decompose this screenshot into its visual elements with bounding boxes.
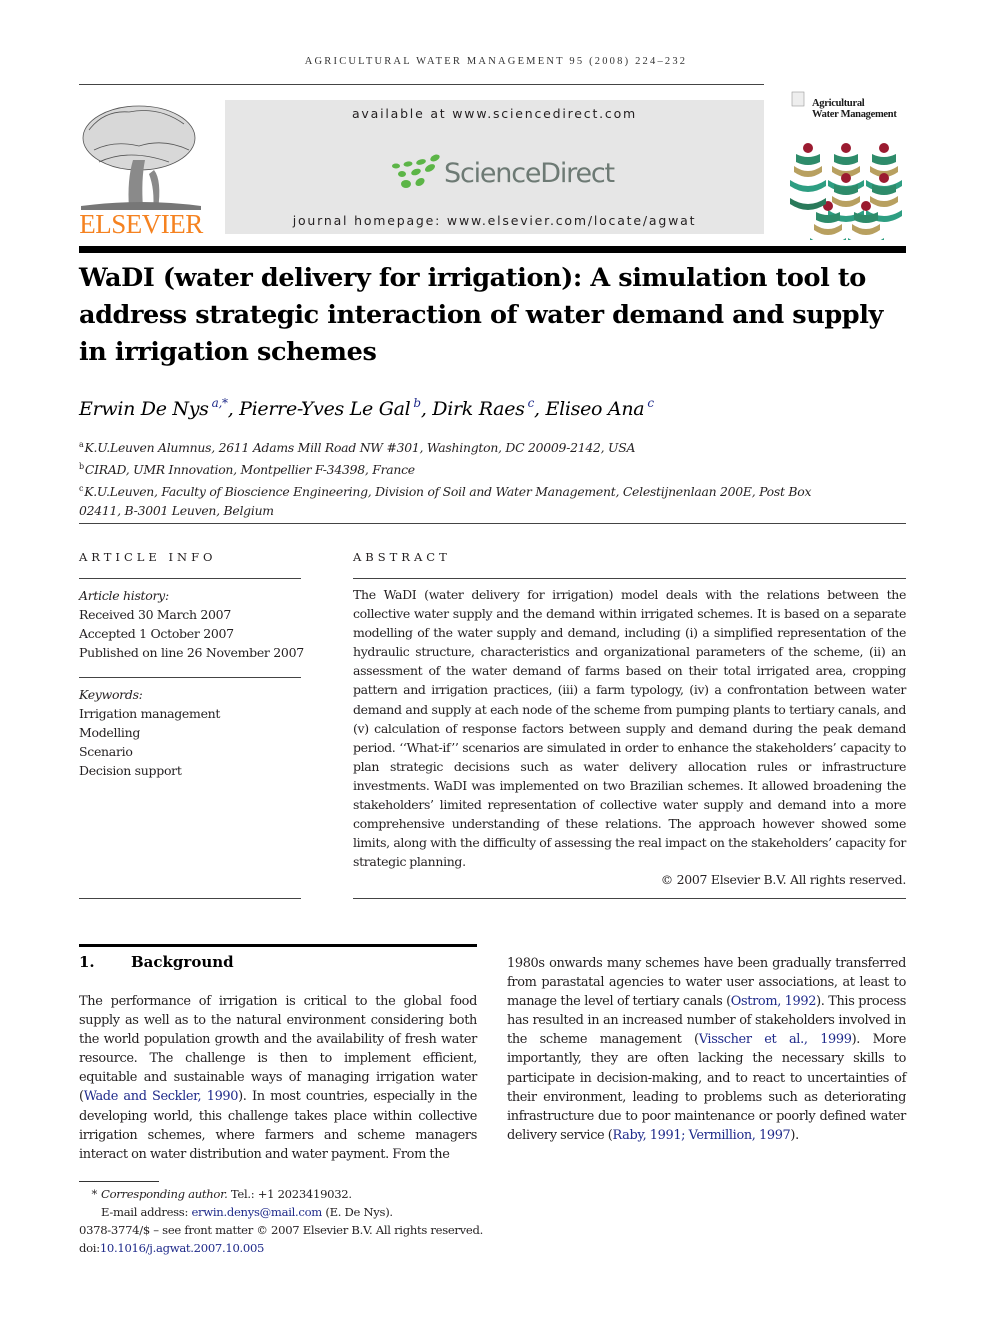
body-column-right: 1980s onwards many schemes have been gra… — [507, 956, 906, 1143]
history-item: Received 30 March 2007 — [79, 607, 231, 622]
article-history-label: Article history: — [79, 588, 169, 603]
citation-link[interactable]: Ostrom, 1992 — [731, 994, 817, 1009]
author-name: Eliseo Ana — [545, 398, 645, 420]
doi-line: doi:10.1016/j.agwat.2007.10.005 — [79, 1241, 265, 1255]
keyword-item: Scenario — [79, 744, 133, 759]
divider — [353, 578, 906, 579]
author-affiliation-ref[interactable]: c — [528, 396, 535, 410]
citation-link[interactable]: Visscher et al., 1999 — [699, 1032, 852, 1047]
email-link[interactable]: erwin.denys@mail.com — [191, 1205, 322, 1219]
header-rule — [79, 84, 764, 85]
running-head: AGRICULTURAL WATER MANAGEMENT 95 (2008) … — [304, 56, 688, 67]
masthead-rule — [79, 246, 906, 253]
affiliation-item: cK.U.Leuven, Faculty of Bioscience Engin… — [79, 484, 812, 518]
keywords: Keywords: Irrigation management Modellin… — [79, 685, 309, 780]
author-list: Erwin De Nys a,*, Pierre-Yves Le Gal b, Di… — [79, 396, 654, 420]
divider — [79, 898, 301, 899]
history-item: Published on line 26 November 2007 — [79, 645, 304, 660]
issn-line: 0378-3774/$ – see front matter © 2007 El… — [79, 1223, 483, 1237]
sciencedirect-wordmark: ScienceDirect — [444, 158, 615, 189]
citation-link[interactable]: Raby, 1991; Vermillion, 1997 — [612, 1128, 790, 1143]
divider — [79, 578, 301, 579]
author-name: Erwin De Nys — [79, 398, 209, 420]
section-title: Background — [131, 953, 234, 971]
article-title: WaDI (water delivery for irrigation): A … — [79, 263, 883, 367]
keyword-item: Irrigation management — [79, 706, 221, 721]
section-rule — [79, 944, 477, 947]
elsevier-wordmark: ELSEVIER — [79, 209, 203, 239]
abstract-heading: ABSTRACT — [353, 550, 451, 564]
divider — [353, 898, 906, 899]
section-number: 1. — [79, 953, 95, 971]
corresponding-author-note: * Corresponding author. Tel.: +1 20234190… — [91, 1187, 353, 1201]
divider — [79, 677, 301, 678]
author-affiliation-ref[interactable]: a,* — [212, 396, 228, 410]
email-note: E-mail address: erwin.denys@mail.com (E.… — [101, 1205, 393, 1219]
affiliation-item: bCIRAD, UMR Innovation, Montpellier F-34… — [79, 462, 415, 477]
footnotes: * Corresponding author. Tel.: +1 20234190… — [79, 1185, 679, 1257]
section-heading: 1. Background — [79, 953, 234, 971]
divider — [79, 523, 906, 524]
abstract-text: The WaDI (water delivery for irrigation)… — [353, 587, 906, 870]
keyword-item: Modelling — [79, 725, 141, 740]
article-history: Article history: Received 30 March 2007 … — [79, 586, 309, 662]
body-column-left: The performance of irrigation is critica… — [79, 994, 478, 1162]
keyword-item: Decision support — [79, 763, 182, 778]
citation-link[interactable]: Wade and Seckler, 1990 — [84, 1089, 239, 1104]
author-affiliation-ref[interactable]: c — [647, 396, 654, 410]
doi-link[interactable]: 10.1016/j.agwat.2007.10.005 — [100, 1241, 265, 1255]
journal-homepage-link[interactable]: journal homepage: www.elsevier.com/locat… — [225, 213, 764, 228]
article-info-heading: ARTICLE INFO — [79, 550, 217, 564]
author-name: Dirk Raes — [432, 398, 525, 420]
abstract-copyright: © 2007 Elsevier B.V. All rights reserved… — [660, 872, 907, 887]
affiliation-list: aK.U.Leuven Alumnus, 2611 Adams Mill Roa… — [79, 435, 909, 520]
available-at-link[interactable]: available at www.sciencedirect.com — [225, 106, 764, 121]
affiliation-item: aK.U.Leuven Alumnus, 2611 Adams Mill Roa… — [79, 440, 636, 455]
author-affiliation-ref[interactable]: b — [413, 396, 421, 410]
author-name: Pierre-Yves Le Gal — [239, 398, 411, 420]
footnote-rule — [79, 1181, 159, 1182]
journal-cover-title: Agricultural Water Management — [812, 98, 897, 120]
keywords-label: Keywords: — [79, 687, 143, 702]
history-item: Accepted 1 October 2007 — [79, 626, 234, 641]
